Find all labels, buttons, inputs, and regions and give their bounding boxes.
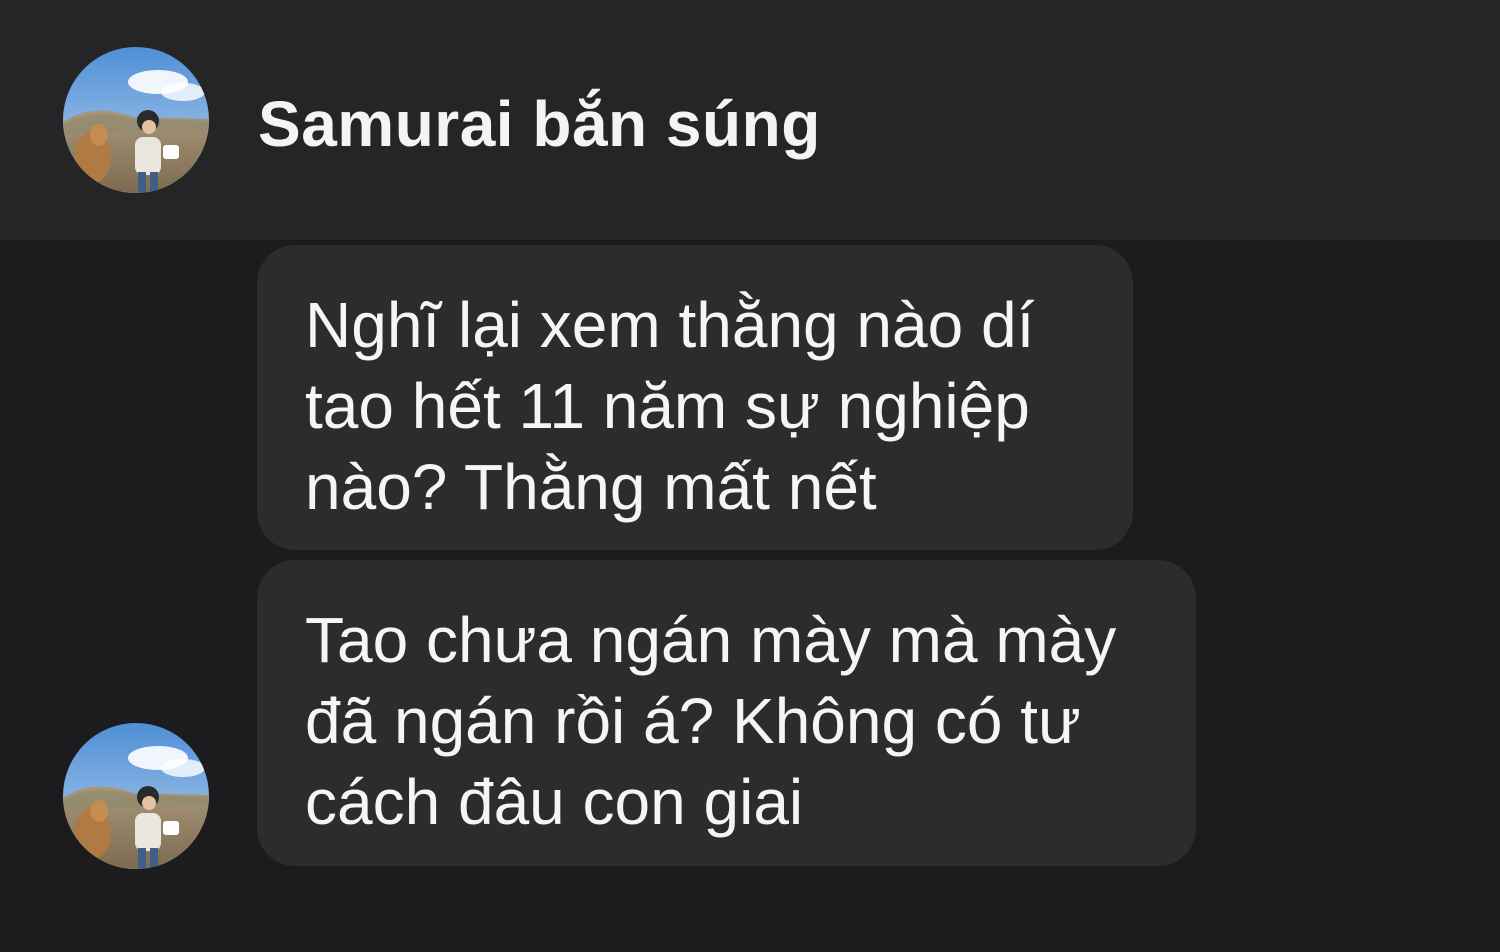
message-line: tao hết 11 năm sự nghiệp: [305, 370, 1030, 442]
contact-name: Samurai bắn súng: [258, 88, 821, 160]
message-line: đã ngán rồi á? Không có tư: [305, 685, 1081, 757]
chat-header: Samurai bắn súng: [0, 0, 1500, 240]
message-line: nào? Thằng mất nết: [305, 451, 877, 523]
message-list: Nghĩ lại xem thằng nào dí tao hết 11 năm…: [0, 240, 1500, 952]
message-bubble[interactable]: Nghĩ lại xem thằng nào dí tao hết 11 năm…: [257, 245, 1133, 550]
message-bubble[interactable]: Tao chưa ngán mày mà mày đã ngán rồi á? …: [257, 560, 1196, 866]
avatar-photo-icon: [63, 47, 209, 193]
contact-avatar[interactable]: [63, 47, 209, 193]
message-line: Nghĩ lại xem thằng nào dí: [305, 289, 1035, 361]
avatar-photo-icon: [63, 723, 209, 869]
message-line: Tao chưa ngán mày mà mày: [305, 604, 1117, 676]
message-line: cách đâu con giai: [305, 766, 804, 838]
sender-avatar[interactable]: [63, 723, 209, 869]
